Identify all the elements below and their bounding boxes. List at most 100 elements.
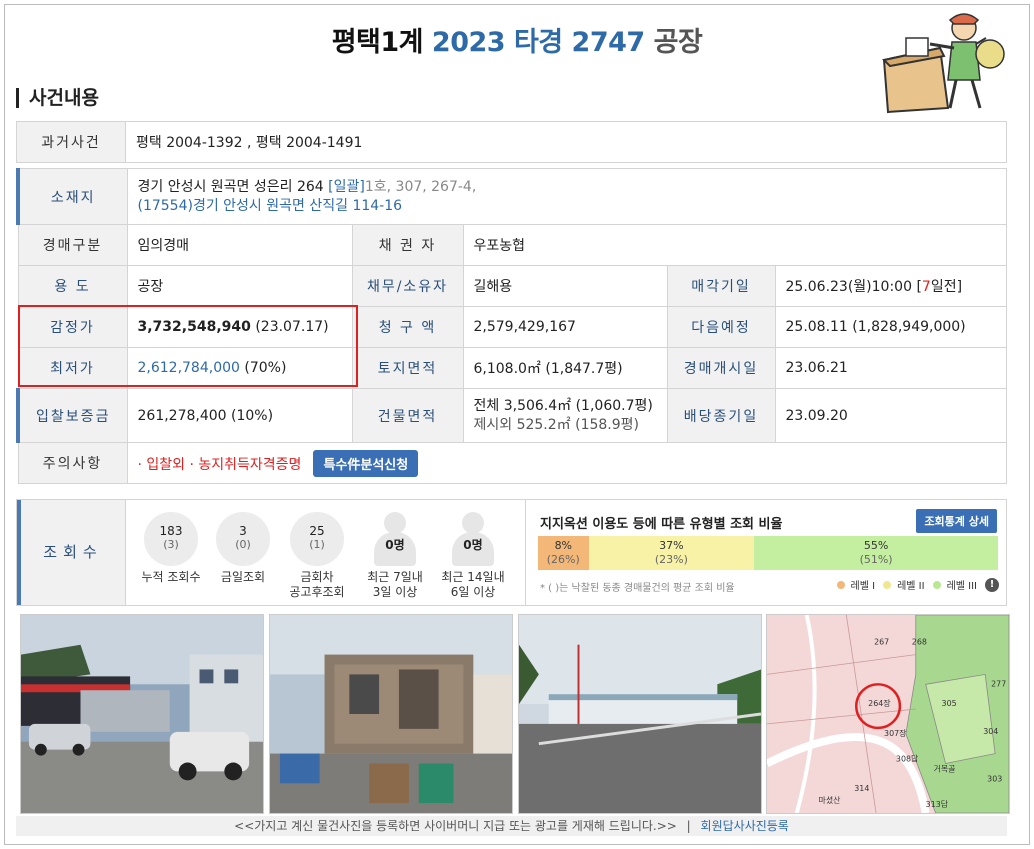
stat-caption: 누적 조회수 bbox=[141, 570, 201, 584]
appraisal-label: 감정가 bbox=[17, 306, 128, 348]
building-area-label: 건물면적 bbox=[351, 388, 464, 443]
legend-level-3: 레벨 III bbox=[946, 581, 977, 592]
register-photo-link[interactable]: 회원답사사진등록 bbox=[701, 819, 789, 833]
stat-sub: (3) bbox=[163, 538, 179, 551]
map-label: 267 bbox=[874, 638, 889, 647]
building-area-extra: 제시외 525.2㎡ (158.9평) bbox=[473, 416, 640, 433]
map-label: 314 bbox=[854, 784, 869, 793]
building-area-value: 전체 3,506.4㎡ (1,060.7평) 제시외 525.2㎡ (158.9평… bbox=[462, 388, 668, 443]
footer-separator: | bbox=[686, 819, 691, 833]
map-label: 거목골 bbox=[934, 764, 956, 773]
legend-level-1: 레벨 I bbox=[850, 581, 876, 592]
deposit-value: 261,278,400 (10%) bbox=[126, 388, 353, 443]
auction-type-label: 경매구분 bbox=[17, 224, 128, 266]
case-info-table: 소재지 경기 안성시 원곡면 성은리 264 [일괄]1호, 307, 267-… bbox=[16, 168, 1007, 484]
creditor-value: 우포농협 bbox=[462, 224, 1007, 266]
stat-recent-7: 0명 최근 7일내 3일 이상 bbox=[357, 512, 433, 600]
map-label: 264장 bbox=[868, 698, 890, 708]
views-panel: 조회수 183 (3) 누적 조회수 3 (0) 금일조회 25 (1) 금회차 공고후… bbox=[16, 499, 1007, 606]
ratio-segment-3: 55% (51%) bbox=[754, 536, 998, 570]
sale-date-suffix: 일전] bbox=[930, 279, 963, 295]
views-label: 조회수 bbox=[17, 500, 126, 605]
stat-caption-2: 공고후조회 bbox=[289, 585, 345, 599]
legend-dot-1 bbox=[836, 580, 845, 589]
stat-value: 183 bbox=[159, 524, 183, 538]
address-line1: 경기 안성시 원곡면 성은리 264 bbox=[137, 178, 324, 195]
ratio-segment-2: 37% (23%) bbox=[588, 536, 755, 570]
ratio-sub-percent: (51%) bbox=[859, 553, 893, 566]
land-area-label: 토지면적 bbox=[351, 347, 464, 389]
sale-date-value: 25.06.23(월)10:00 [7일전] bbox=[774, 265, 1007, 307]
section-heading: 사건내용 bbox=[16, 88, 99, 108]
past-case-value: 평택 2004-1392 , 평택 2004-1491 bbox=[125, 121, 1007, 163]
dividend-label: 배당종기일 bbox=[666, 388, 776, 443]
address-value: 경기 안성시 원곡면 성은리 264 [일괄]1호, 307, 267-4, (… bbox=[126, 168, 1007, 225]
ratio-sub-percent: (23%) bbox=[654, 553, 688, 566]
deposit-label: 입찰보증금 bbox=[16, 388, 128, 443]
caution-text: · 입찰외 · 농지취득자격증명 bbox=[137, 456, 302, 473]
legend-dot-2 bbox=[883, 580, 892, 589]
start-label: 경매개시일 bbox=[666, 347, 776, 389]
photo-footer: <<가지고 계신 물건사진을 등록하면 사이버머니 지급 또는 광고를 게재해 … bbox=[16, 816, 1007, 836]
property-photos: 264장 267 268 307장 305 304 314 308답 313답 … bbox=[20, 614, 1010, 816]
stat-value: 0명 bbox=[385, 538, 405, 552]
sale-date-text: 25.06.23(월)10:00 [ bbox=[785, 279, 922, 295]
map-label: 313답 bbox=[926, 799, 948, 809]
usage-value: 공장 bbox=[126, 265, 353, 307]
ratio-percent: 55% bbox=[863, 539, 889, 552]
ratio-note: * ( )는 낙찰된 동종 경매물건의 평균 조회 비율 bbox=[540, 583, 735, 594]
stat-sub: (0) bbox=[235, 538, 251, 551]
legend-dot-3 bbox=[932, 580, 941, 589]
ratio-percent: 8% bbox=[554, 539, 573, 552]
special-analysis-button[interactable]: 특수件분석신청 bbox=[313, 449, 419, 477]
minimum-amount: 2,612,784,000 bbox=[137, 360, 240, 376]
ratio-title: 지지옥션 이용도 등에 따른 유형별 조회 비율 bbox=[540, 517, 783, 532]
property-photo-3[interactable] bbox=[518, 614, 762, 814]
map-label: 308답 bbox=[896, 754, 918, 764]
sale-date-days: 7 bbox=[921, 279, 931, 295]
caution-label: 주의사항 bbox=[17, 442, 128, 484]
past-case-table: 과거사건 평택 2004-1392 , 평택 2004-1491 bbox=[16, 121, 1007, 163]
map-label: 303 bbox=[987, 774, 1002, 783]
sale-date-label: 매각기일 bbox=[666, 265, 776, 307]
ratio-segment-1: 8% (26%) bbox=[538, 536, 589, 570]
cadastral-map[interactable]: 264장 267 268 307장 305 304 314 308답 313답 … bbox=[766, 614, 1010, 814]
stat-today-views: 3 (0) 금일조회 bbox=[205, 512, 281, 585]
caution-value: · 입찰외 · 농지취득자격증명 특수件분석신청 bbox=[126, 442, 1007, 484]
claim-label: 청 구 액 bbox=[351, 306, 464, 348]
map-label: 277 bbox=[991, 679, 1006, 688]
stat-caption: 금회차 bbox=[300, 570, 334, 584]
stat-value: 25 bbox=[309, 524, 325, 538]
minimum-value: 2,612,784,000 (70%) bbox=[126, 347, 353, 389]
past-case-label: 과거사건 bbox=[16, 121, 126, 163]
appraisal-amount: 3,732,548,940 bbox=[137, 319, 251, 335]
map-label: 304 bbox=[983, 727, 998, 736]
bulk-link[interactable]: [일괄] bbox=[328, 179, 365, 195]
property-type: 공장 bbox=[653, 27, 703, 58]
help-icon[interactable]: ! bbox=[985, 577, 999, 592]
stat-caption: 금일조회 bbox=[220, 570, 266, 584]
ratio-percent: 37% bbox=[659, 539, 684, 552]
next-value: 25.08.11 (1,828,949,000) bbox=[774, 306, 1007, 348]
stat-caption: 최근 14일내 bbox=[441, 570, 505, 584]
property-photo-1[interactable] bbox=[20, 614, 264, 814]
address-line2: (17554)경기 안성시 원곡면 산직길 114-16 bbox=[137, 197, 403, 214]
ratio-bar: 8% (26%) 37% (23%) 55% (51%) bbox=[538, 536, 998, 570]
auction-type-value: 임의경매 bbox=[126, 224, 353, 266]
debtor-value: 길해용 bbox=[462, 265, 668, 307]
photo-footer-text: <<가지고 계신 물건사진을 등록하면 사이버머니 지급 또는 광고를 게재해 … bbox=[234, 819, 677, 833]
debtor-label: 채무/소유자 bbox=[351, 265, 464, 307]
stat-round-views: 25 (1) 금회차 공고후조회 bbox=[279, 512, 355, 600]
stat-recent-14: 0명 최근 14일내 6일 이상 bbox=[435, 512, 511, 600]
view-stats-detail-button[interactable]: 조회통계 상세 bbox=[916, 509, 997, 533]
map-label: 305 bbox=[942, 699, 957, 708]
stat-sub: (1) bbox=[309, 538, 325, 551]
ratio-sub-percent: (26%) bbox=[546, 553, 580, 566]
ratio-legend: 레벨 I 레벨 II 레벨 III ! bbox=[836, 577, 999, 592]
stat-caption-2: 3일 이상 bbox=[372, 585, 418, 599]
map-label: 마셨산 bbox=[819, 795, 841, 805]
property-photo-2[interactable] bbox=[269, 614, 513, 814]
ballot-mascot-icon bbox=[881, 13, 1005, 114]
minimum-label: 최저가 bbox=[17, 347, 128, 389]
person-icon: 0명 bbox=[368, 512, 422, 566]
